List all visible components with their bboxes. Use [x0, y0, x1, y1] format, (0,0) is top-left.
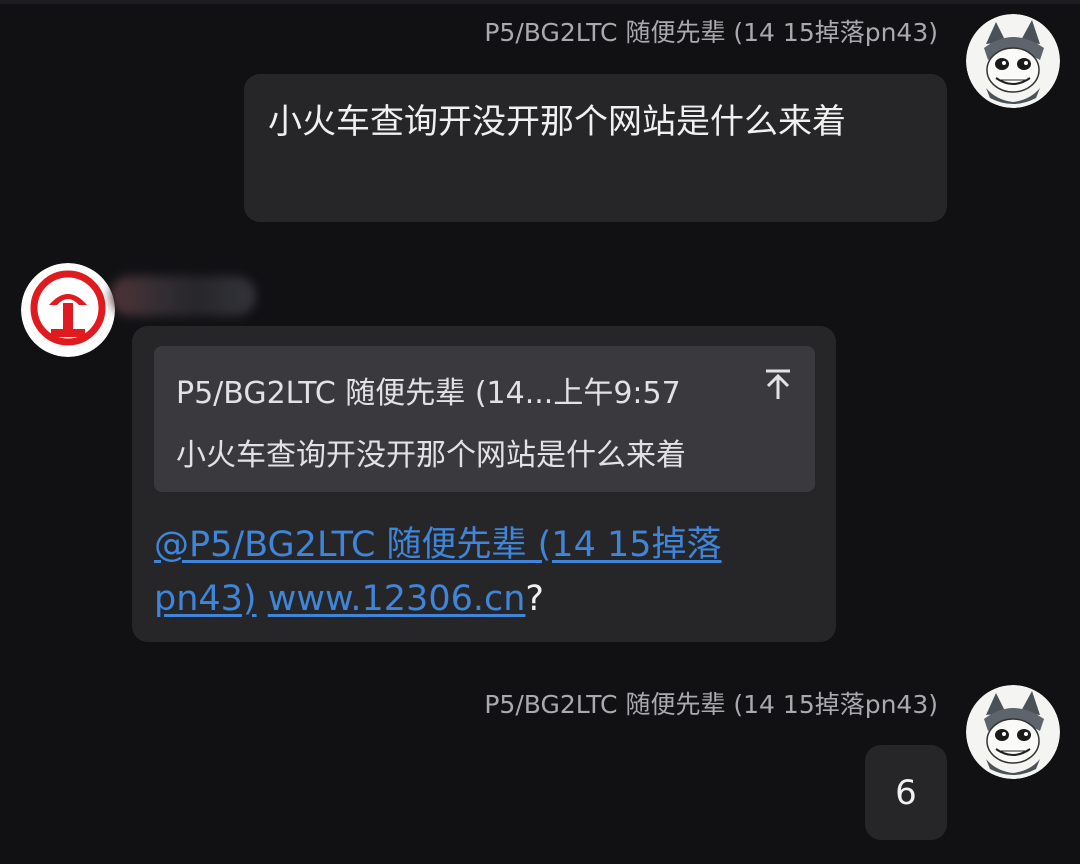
user-avatar-icon[interactable]	[966, 685, 1060, 779]
message-3-bubble[interactable]: 6	[865, 745, 947, 840]
railway-avatar-icon[interactable]	[21, 263, 115, 357]
message-2-text: @P5/BG2LTC 随便先辈 (14 15掉落pn43) www.12306.…	[154, 518, 774, 626]
user-avatar-icon[interactable]	[966, 14, 1060, 108]
message-2-suffix: ?	[525, 579, 544, 619]
url-link[interactable]: www.12306.cn	[268, 579, 526, 619]
quoted-message-header: P5/BG2LTC 随便先辈 (14...上午9:57	[176, 376, 681, 411]
top-divider	[0, 0, 1080, 4]
message-1-sender-name: P5/BG2LTC 随便先辈 (14 15掉落pn43)	[484, 18, 938, 47]
message-3-text: 6	[895, 772, 917, 813]
message-1-text: 小火车查询开没开那个网站是什么来着	[268, 102, 846, 142]
message-1-bubble[interactable]: 小火车查询开没开那个网站是什么来着	[244, 74, 947, 222]
message-2-sender-name-blurred	[110, 276, 256, 316]
quoted-message[interactable]: P5/BG2LTC 随便先辈 (14...上午9:57 小火车查询开没开那个网站…	[154, 346, 815, 492]
message-3-sender-name: P5/BG2LTC 随便先辈 (14 15掉落pn43)	[484, 690, 938, 719]
quoted-message-text: 小火车查询开没开那个网站是什么来着	[176, 438, 686, 473]
arrow-up-to-top-icon[interactable]	[763, 368, 793, 402]
